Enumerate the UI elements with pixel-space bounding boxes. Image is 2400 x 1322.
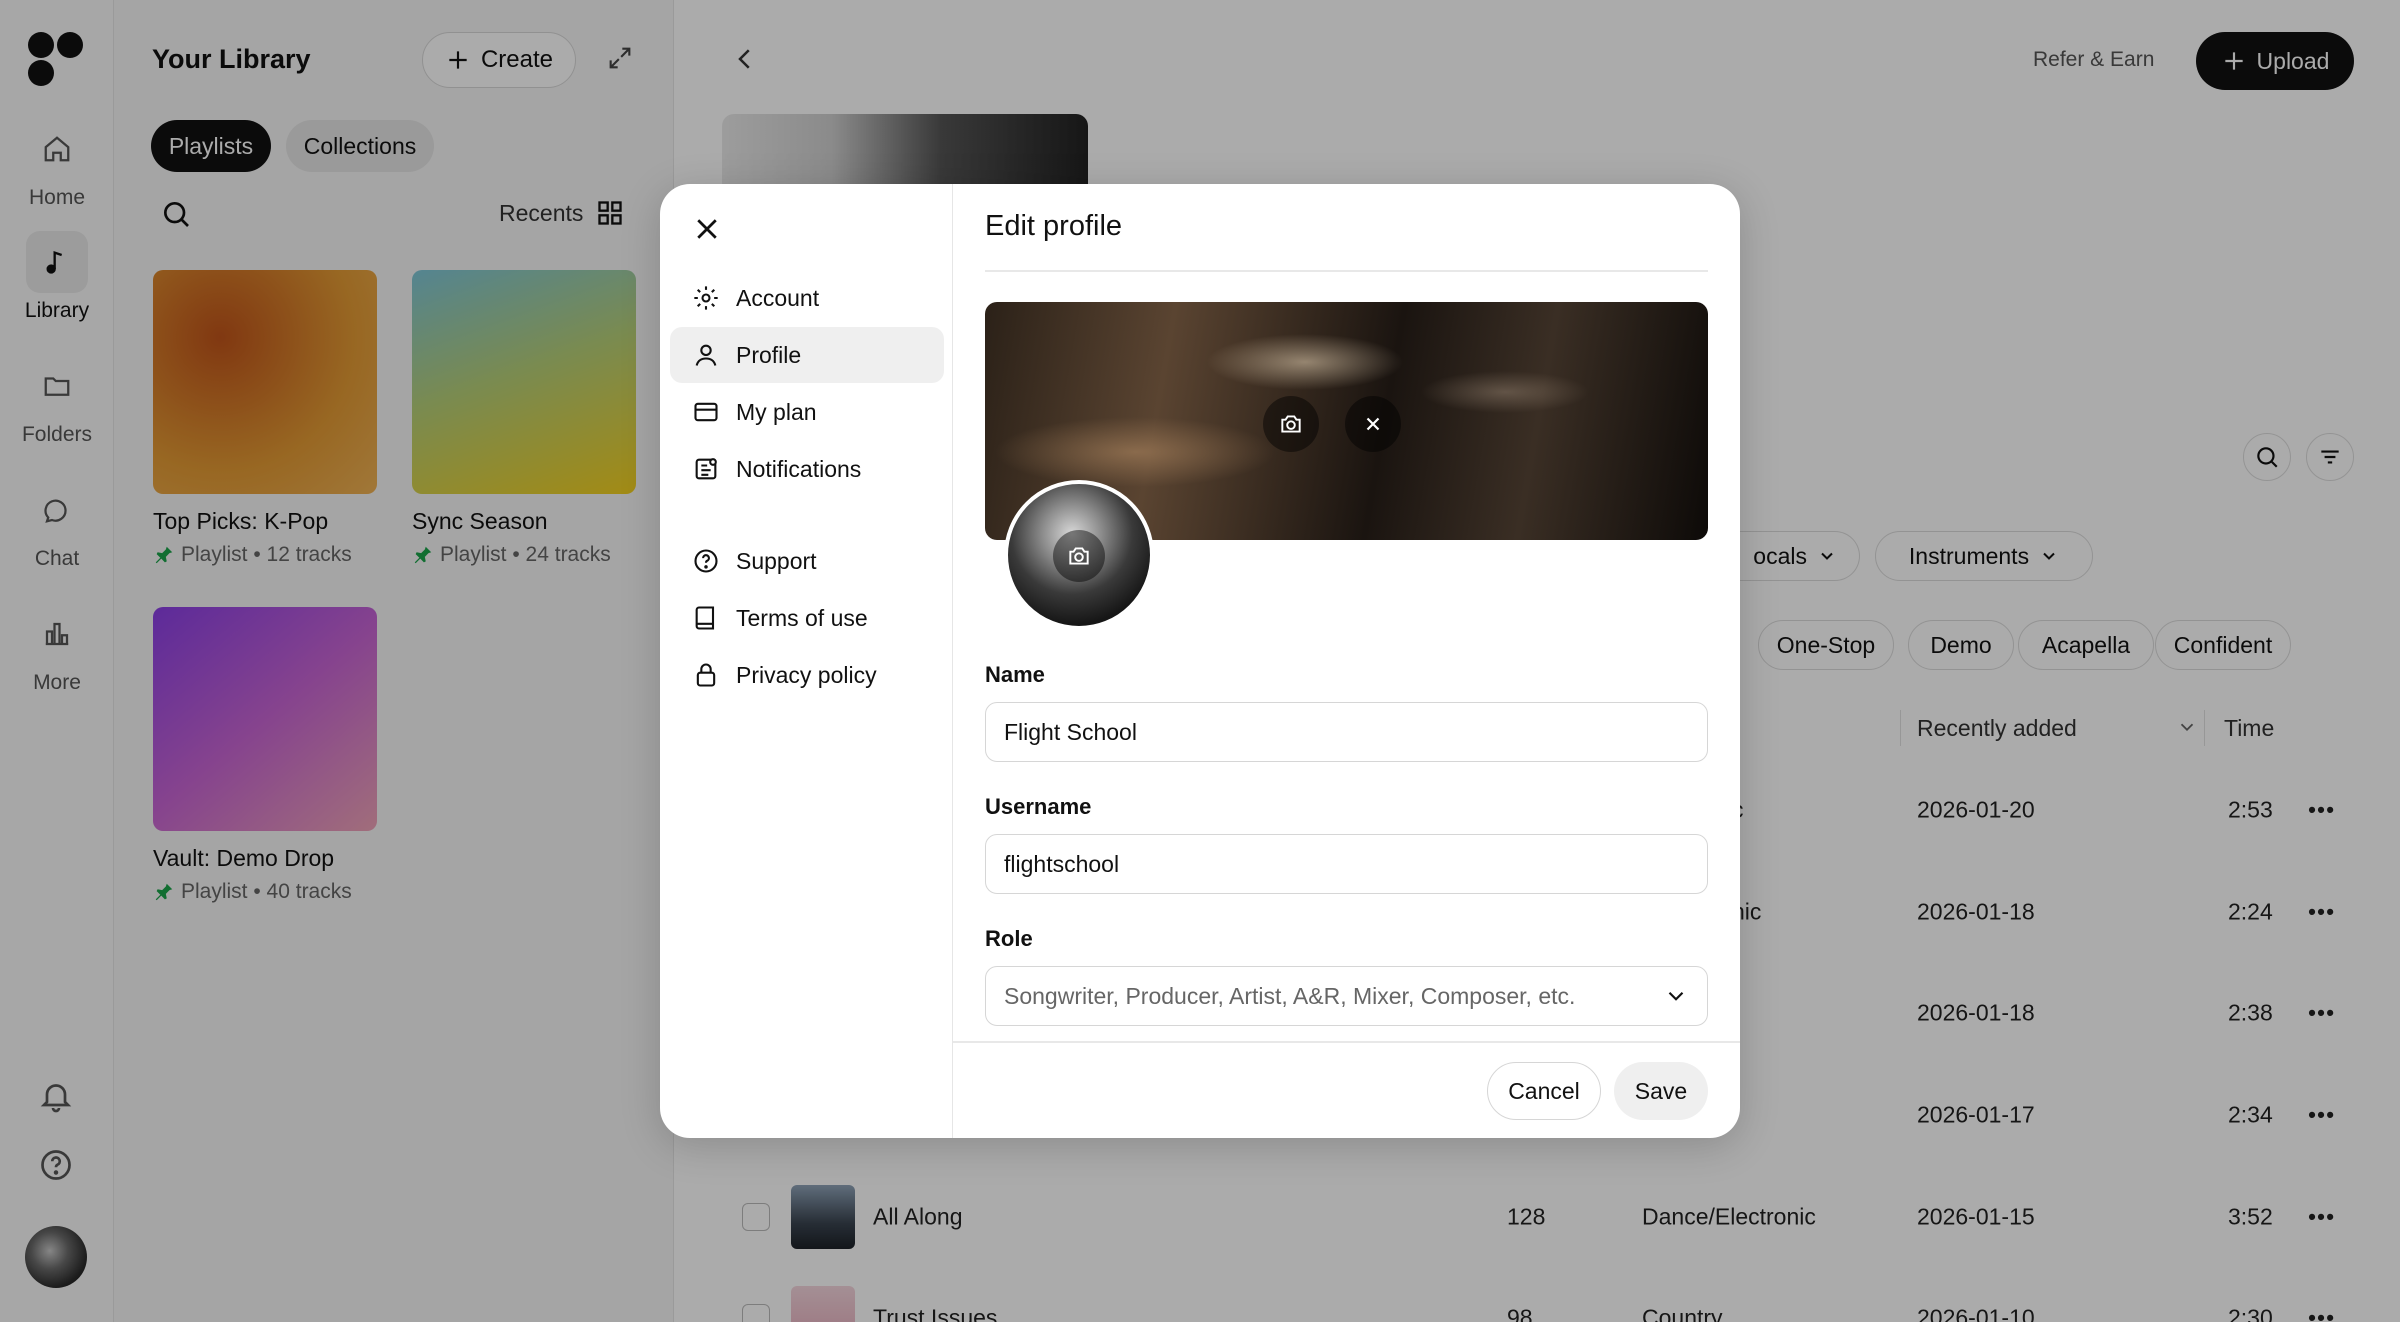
help-icon [692,547,720,575]
user-icon [692,341,720,369]
nav-item-privacy[interactable]: Privacy policy [670,647,944,703]
nav-label: My plan [736,398,817,425]
edit-profile-body: Edit profile Name Flight School Username… [953,184,1740,1138]
name-label: Name [985,662,1045,687]
book-icon [692,604,720,632]
save-button[interactable]: Save [1614,1062,1708,1120]
nav-item-account[interactable]: Account [670,270,944,326]
nav-item-notifications[interactable]: Notifications [670,441,944,497]
nav-item-support[interactable]: Support [670,533,944,589]
chevron-down-icon [1663,983,1689,1009]
role-select[interactable]: Songwriter, Producer, Artist, A&R, Mixer… [985,966,1708,1026]
divider [985,270,1708,272]
camera-icon[interactable] [1053,530,1105,582]
nav-label: Privacy policy [736,661,877,688]
nav-item-profile[interactable]: Profile [670,327,944,383]
nav-label: Profile [736,341,802,368]
nav-label: Notifications [736,455,862,482]
settings-nav: Account Profile My plan Notifications Su… [660,184,953,1138]
remove-cover-icon[interactable] [1345,396,1401,452]
footer-divider [953,1041,1740,1043]
dialog-title: Edit profile [985,210,1123,242]
username-label: Username [985,794,1092,819]
role-placeholder: Songwriter, Producer, Artist, A&R, Mixer… [1004,982,1576,1009]
name-field[interactable]: Flight School [985,702,1708,762]
nav-label: Support [736,547,817,574]
edit-profile-dialog: Account Profile My plan Notifications Su… [660,184,1740,1138]
close-icon[interactable] [692,214,722,244]
nav-label: Terms of use [736,604,868,631]
nav-item-plan[interactable]: My plan [670,384,944,440]
gear-icon [692,284,720,312]
cancel-button[interactable]: Cancel [1487,1062,1601,1120]
card-icon [692,398,720,426]
nav-item-terms[interactable]: Terms of use [670,590,944,646]
lock-icon [692,661,720,689]
nav-label: Account [736,284,820,311]
username-field[interactable]: flightschool [985,834,1708,894]
camera-icon[interactable] [1263,396,1319,452]
role-label: Role [985,926,1033,951]
notification-icon [692,455,720,483]
